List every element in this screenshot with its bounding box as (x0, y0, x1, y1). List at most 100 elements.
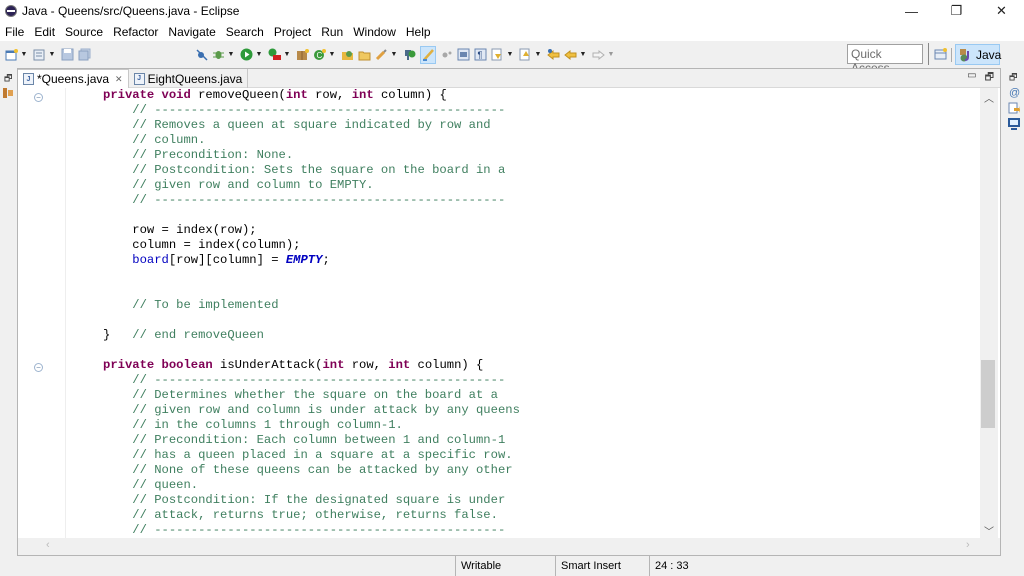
previous-annotation-dropdown-icon[interactable]: ▼ (534, 48, 542, 61)
code-line[interactable] (103, 343, 983, 358)
debug-icon[interactable] (212, 48, 225, 61)
code-line[interactable]: private boolean isUnderAttack(int row, i… (103, 358, 983, 373)
vertical-scrollbar[interactable]: ︿ ﹀ (980, 88, 998, 538)
code-line[interactable]: // Postcondition: Sets the square on the… (103, 163, 983, 178)
code-editor[interactable]: private void removeQueen(int row, int co… (103, 88, 983, 540)
code-line[interactable] (103, 283, 983, 298)
external-tools-dropdown-icon[interactable]: ▼ (283, 48, 291, 61)
code-line[interactable]: // given row and column is under attack … (103, 403, 983, 418)
code-line[interactable]: // given row and column to EMPTY. (103, 178, 983, 193)
minimize-button[interactable]: — (889, 0, 934, 22)
save-icon[interactable] (61, 48, 74, 61)
restore-view-icon-right[interactable]: 🗗 (1009, 70, 1017, 86)
fold-collapse-icon[interactable]: − (34, 93, 43, 102)
menu-project[interactable]: Project (269, 25, 316, 39)
menu-file[interactable]: File (0, 25, 29, 39)
code-line[interactable]: // Precondition: Each column between 1 a… (103, 433, 983, 448)
menu-search[interactable]: Search (221, 25, 269, 39)
run-dropdown-icon[interactable]: ▼ (255, 48, 263, 61)
code-line[interactable]: // -------------------------------------… (103, 373, 983, 388)
debug-dropdown-icon[interactable]: ▼ (227, 48, 235, 61)
scroll-left-icon[interactable]: ‹ (46, 539, 50, 551)
code-line[interactable]: board[row][column] = EMPTY; (103, 253, 983, 268)
menu-navigate[interactable]: Navigate (163, 25, 220, 39)
new-dropdown-icon[interactable]: ▼ (20, 48, 28, 61)
code-line[interactable]: column = index(column); (103, 238, 983, 253)
code-line[interactable]: // None of these queens can be attacked … (103, 463, 983, 478)
code-line[interactable] (103, 208, 983, 223)
scroll-up-icon[interactable]: ︿ (984, 90, 994, 105)
vertical-scroll-thumb[interactable] (981, 360, 995, 428)
code-line[interactable]: private void removeQueen(int row, int co… (103, 88, 983, 103)
code-line[interactable]: row = index(row); (103, 223, 983, 238)
code-line[interactable] (103, 313, 983, 328)
open-perspective-icon[interactable] (403, 48, 416, 61)
menu-run[interactable]: Run (316, 25, 348, 39)
code-line[interactable]: // Postcondition: If the designated squa… (103, 493, 983, 508)
new-java-class-dropdown-icon[interactable]: ▼ (328, 48, 336, 61)
code-line[interactable] (103, 268, 983, 283)
horizontal-scrollbar[interactable]: ‹ › (18, 538, 1000, 555)
scroll-down-icon[interactable]: ﹀ (984, 523, 994, 538)
menu-window[interactable]: Window (348, 25, 401, 39)
code-line[interactable]: // queen. (103, 478, 983, 493)
code-line[interactable]: // -------------------------------------… (103, 523, 983, 538)
close-button[interactable]: ✕ (979, 0, 1024, 22)
next-annotation-dropdown-icon[interactable]: ▼ (506, 48, 514, 61)
skip-breakpoints-icon[interactable] (195, 48, 208, 61)
javadoc-icon[interactable]: @ (1008, 86, 1020, 99)
menu-refactor[interactable]: Refactor (108, 25, 163, 39)
code-line[interactable]: // Precondition: None. (103, 148, 983, 163)
restore-view-icon[interactable]: 🗗 (4, 71, 12, 87)
menu-help[interactable]: Help (401, 25, 436, 39)
restore-button[interactable]: ❐ (934, 0, 979, 22)
code-line[interactable]: // Determines whether the square on the … (103, 388, 983, 403)
previous-annotation-icon[interactable] (519, 48, 532, 61)
search-dropdown-icon[interactable]: ▼ (390, 48, 398, 61)
maximize-editor-icon[interactable]: 🗗 (985, 70, 994, 87)
new-java-class-icon[interactable]: C (313, 48, 326, 61)
code-line[interactable]: // To be implemented (103, 298, 983, 313)
code-line[interactable]: // attack, returns true; otherwise, retu… (103, 508, 983, 523)
menu-source[interactable]: Source (60, 25, 108, 39)
new-type-dropdown-icon[interactable]: ▼ (48, 48, 56, 61)
new-java-package-icon[interactable] (296, 48, 309, 61)
code-line[interactable]: // -------------------------------------… (103, 103, 983, 118)
forward-dropdown-icon[interactable]: ▼ (607, 48, 615, 61)
open-type-icon[interactable] (341, 48, 354, 61)
minimize-editor-icon[interactable]: ▭ (967, 70, 976, 87)
quick-access-input[interactable]: Quick Access (847, 44, 923, 75)
fold-collapse-icon[interactable]: − (34, 363, 43, 372)
declaration-icon[interactable] (1008, 102, 1020, 114)
code-line[interactable]: // -------------------------------------… (103, 193, 983, 208)
package-explorer-icon[interactable] (3, 87, 13, 98)
scroll-right-icon[interactable]: › (966, 539, 970, 551)
close-tab-icon[interactable]: ✕ (115, 74, 123, 85)
show-paragraph-icon[interactable]: ¶ (474, 48, 487, 61)
open-task-icon[interactable] (358, 48, 371, 61)
code-line[interactable]: } // end removeQueen (103, 328, 983, 343)
java-perspective-button[interactable]: Java (955, 44, 1001, 65)
show-whitespace-icon[interactable] (457, 48, 470, 61)
code-line[interactable]: // Removes a queen at square indicated b… (103, 118, 983, 133)
search-icon[interactable] (375, 48, 388, 61)
menu-edit[interactable]: Edit (29, 25, 60, 39)
code-line[interactable]: // in the columns 1 through column-1. (103, 418, 983, 433)
save-all-icon[interactable] (78, 48, 91, 61)
code-line[interactable]: // has a queen placed in a square at a s… (103, 448, 983, 463)
run-icon[interactable] (240, 48, 253, 61)
back-dropdown-icon[interactable]: ▼ (579, 48, 587, 61)
toggle-mark-occurrences-icon[interactable] (420, 45, 436, 64)
console-icon[interactable] (1008, 118, 1020, 130)
forward-icon[interactable] (592, 48, 605, 61)
last-edit-location-icon[interactable] (547, 48, 560, 61)
next-annotation-icon[interactable] (491, 48, 504, 61)
new-type-icon[interactable] (33, 48, 46, 61)
external-tools-icon[interactable] (268, 48, 281, 61)
new-icon[interactable] (5, 48, 18, 61)
tab-queens-java[interactable]: J *Queens.java ✕ (18, 69, 129, 88)
tab-eightqueens-java[interactable]: J EightQueens.java (129, 69, 249, 88)
toggle-block-selection-icon[interactable] (440, 48, 453, 61)
open-perspective-button[interactable] (934, 47, 948, 61)
back-icon[interactable] (564, 48, 577, 61)
